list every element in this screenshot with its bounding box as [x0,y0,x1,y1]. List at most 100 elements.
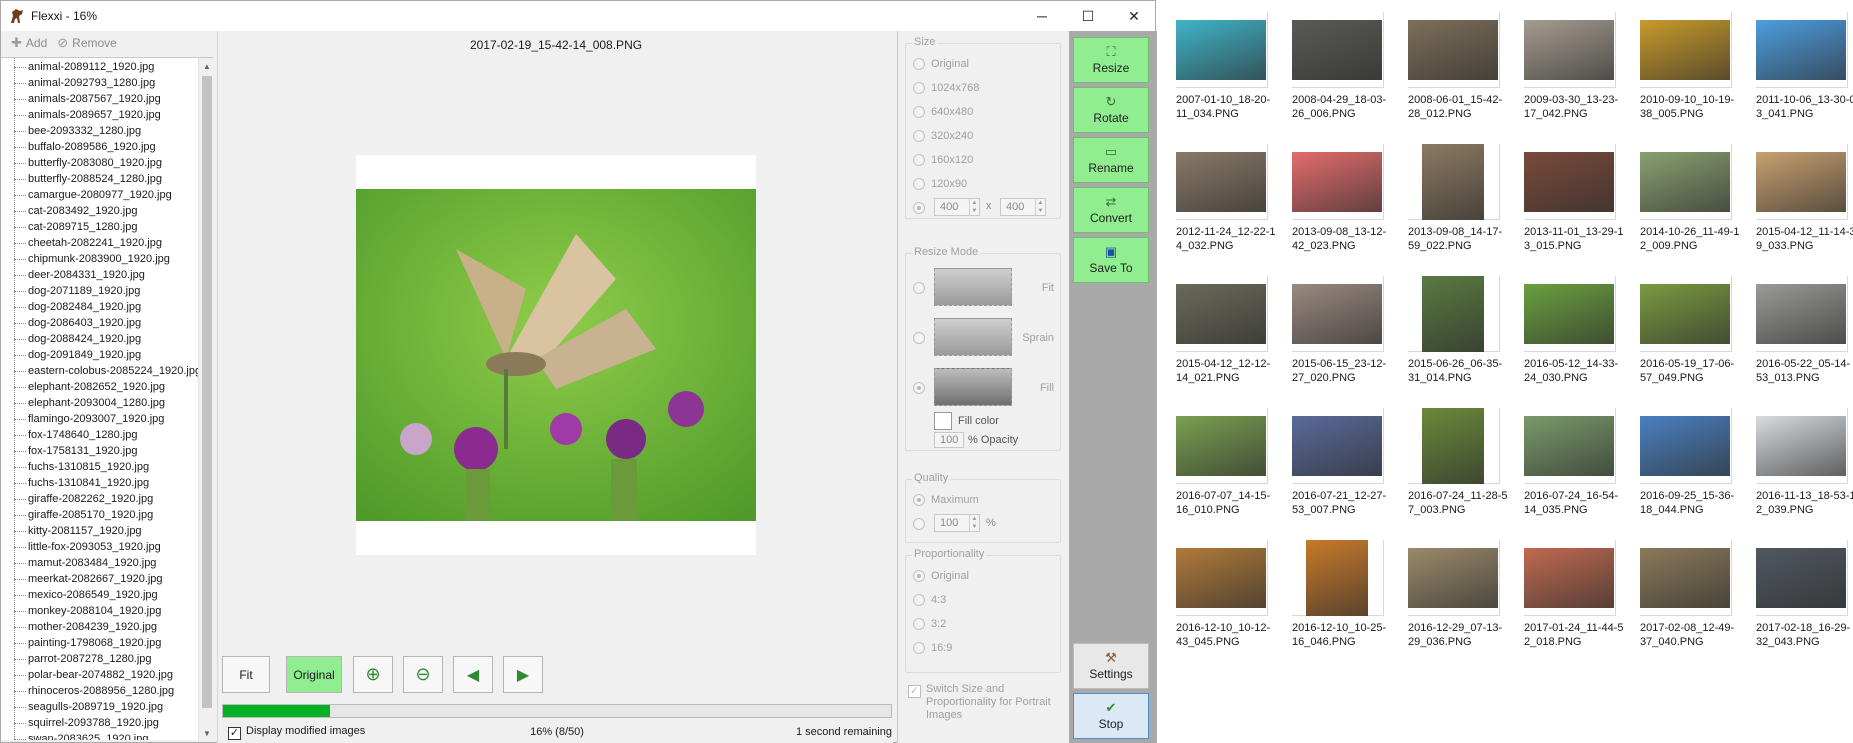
file-list-item[interactable]: butterfly-2083080_1920.jpg [1,155,196,171]
gallery-thumbnail[interactable] [1640,408,1732,484]
scroll-down-icon[interactable]: ▼ [199,725,213,740]
size-custom-radio[interactable] [913,200,931,216]
quality-value-field[interactable]: 100 ▲ ▼ [934,514,980,532]
gallery-thumbnail[interactable] [1292,12,1384,88]
previous-button[interactable]: ◀ [453,656,493,693]
file-list-item[interactable]: painting-1798068_1920.jpg [1,635,196,651]
file-list-item[interactable]: monkey-2088104_1920.jpg [1,603,196,619]
prop-3-2-radio[interactable]: 3:2 [913,616,946,632]
file-list-item[interactable]: mother-2084239_1920.jpg [1,619,196,635]
gallery-thumbnail[interactable] [1756,12,1848,88]
remove-button[interactable]: ⊘ Remove [57,35,117,51]
prop-4-3-radio[interactable]: 4:3 [913,592,946,608]
size-1024x768-radio[interactable]: 1024x768 [913,80,979,96]
save-to-button[interactable]: ▣ Save To [1073,237,1149,283]
custom-width-field[interactable]: 400 ▲ ▼ [934,198,980,216]
file-list-item[interactable]: animals-2089657_1920.jpg [1,107,196,123]
file-list-item[interactable]: seagulls-2089719_1920.jpg [1,699,196,715]
spinner-arrows-icon[interactable]: ▲ ▼ [1035,199,1045,215]
gallery-thumbnail[interactable] [1176,12,1268,88]
gallery-thumbnail[interactable] [1408,540,1500,616]
file-list-item[interactable]: parrot-2087278_1280.jpg [1,651,196,667]
file-list-item[interactable]: giraffe-2082262_1920.jpg [1,491,196,507]
custom-height-field[interactable]: 400 ▲ ▼ [1000,198,1046,216]
close-button[interactable]: ✕ [1111,1,1157,31]
file-list-item[interactable]: dog-2071189_1920.jpg [1,283,196,299]
file-list-item[interactable]: cheetah-2082241_1920.jpg [1,235,196,251]
file-list-item[interactable]: chipmunk-2083900_1920.jpg [1,251,196,267]
gallery-thumbnail[interactable] [1756,276,1848,352]
fill-color-swatch[interactable] [934,412,952,430]
file-list-item[interactable]: animals-2087567_1920.jpg [1,91,196,107]
add-button[interactable]: ✚ Add [11,35,47,51]
checkbox-checked-icon[interactable]: ✓ [908,685,921,698]
gallery-thumbnail[interactable] [1756,408,1848,484]
gallery-thumbnail[interactable] [1640,540,1732,616]
gallery-thumbnail[interactable] [1292,408,1384,484]
file-list-item[interactable]: dog-2088424_1920.jpg [1,331,196,347]
resize-button[interactable]: ⛶ Resize [1073,37,1149,83]
size-640x480-radio[interactable]: 640x480 [913,104,973,120]
gallery-thumbnail[interactable] [1756,144,1848,220]
file-list-item[interactable]: dog-2082484_1920.jpg [1,299,196,315]
file-list-item[interactable]: dog-2086403_1920.jpg [1,315,196,331]
size-original-radio[interactable]: Original [913,56,969,72]
file-list-item[interactable]: kitty-2081157_1920.jpg [1,523,196,539]
quality-custom-radio[interactable] [913,516,931,532]
opacity-field[interactable]: 100 [934,432,964,448]
file-list-item[interactable]: fuchs-1310841_1920.jpg [1,475,196,491]
gallery-thumbnail[interactable] [1176,144,1268,220]
file-list-item[interactable]: swan-2083625_1920.jpg [1,731,196,740]
file-list-item[interactable]: camargue-2080977_1920.jpg [1,187,196,203]
file-list-item[interactable]: cat-2083492_1920.jpg [1,203,196,219]
gallery-thumbnail[interactable] [1176,276,1268,352]
gallery-thumbnail[interactable] [1524,276,1616,352]
zoom-in-button[interactable]: ⊕ [353,656,393,693]
file-list-item[interactable]: squirrel-2093788_1920.jpg [1,715,196,731]
gallery-thumbnail[interactable] [1408,144,1500,220]
original-button[interactable]: Original [286,656,342,693]
file-list-item[interactable]: cat-2089715_1280.jpg [1,219,196,235]
zoom-out-button[interactable]: ⊖ [403,656,443,693]
gallery-thumbnail[interactable] [1524,12,1616,88]
spinner-arrows-icon[interactable]: ▲ ▼ [969,199,979,215]
maximize-button[interactable]: ☐ [1065,1,1111,31]
minimize-button[interactable]: ─ [1019,1,1065,31]
size-120x90-radio[interactable]: 120x90 [913,176,967,192]
gallery-thumbnail[interactable] [1640,12,1732,88]
file-list-item[interactable]: bee-2093332_1280.jpg [1,123,196,139]
file-list-item[interactable]: fox-1758131_1920.jpg [1,443,196,459]
gallery-thumbnail[interactable] [1176,408,1268,484]
gallery-thumbnail[interactable] [1292,540,1384,616]
file-list-item[interactable]: meerkat-2082667_1920.jpg [1,571,196,587]
mode-fill-radio[interactable] [913,380,931,396]
file-list-item[interactable]: giraffe-2085170_1920.jpg [1,507,196,523]
gallery-thumbnail[interactable] [1408,408,1500,484]
file-list-item[interactable]: little-fox-2093053_1920.jpg [1,539,196,555]
file-list-item[interactable]: mamut-2083484_1920.jpg [1,555,196,571]
mode-fit-radio[interactable] [913,280,931,296]
gallery-thumbnail[interactable] [1524,540,1616,616]
spinner-arrows-icon[interactable]: ▲ ▼ [969,515,979,531]
gallery-thumbnail[interactable] [1524,144,1616,220]
file-list-item[interactable]: rhinoceros-2088956_1280.jpg [1,683,196,699]
size-160x120-radio[interactable]: 160x120 [913,152,973,168]
scroll-up-icon[interactable]: ▲ [199,58,213,74]
gallery-thumbnail[interactable] [1640,276,1732,352]
file-list-scrollbar[interactable]: ▲ ▼ [198,58,213,740]
file-list-item[interactable]: fuchs-1310815_1920.jpg [1,459,196,475]
file-list-item[interactable]: mexico-2086549_1920.jpg [1,587,196,603]
gallery-thumbnail[interactable] [1756,540,1848,616]
file-list-item[interactable]: butterfly-2088524_1280.jpg [1,171,196,187]
next-button[interactable]: ▶ [503,656,543,693]
mode-sprain-radio[interactable] [913,330,931,346]
quality-maximum-radio[interactable]: Maximum [913,492,979,508]
rotate-button[interactable]: ↻ Rotate [1073,87,1149,133]
rename-button[interactable]: ▭ Rename [1073,137,1149,183]
file-list-item[interactable]: fox-1748640_1280.jpg [1,427,196,443]
file-list-item[interactable]: elephant-2093004_1280.jpg [1,395,196,411]
convert-button[interactable]: ⇄ Convert [1073,187,1149,233]
file-list-item[interactable]: elephant-2082652_1920.jpg [1,379,196,395]
fit-button[interactable]: Fit [222,656,270,693]
prop-16-9-radio[interactable]: 16:9 [913,640,952,656]
